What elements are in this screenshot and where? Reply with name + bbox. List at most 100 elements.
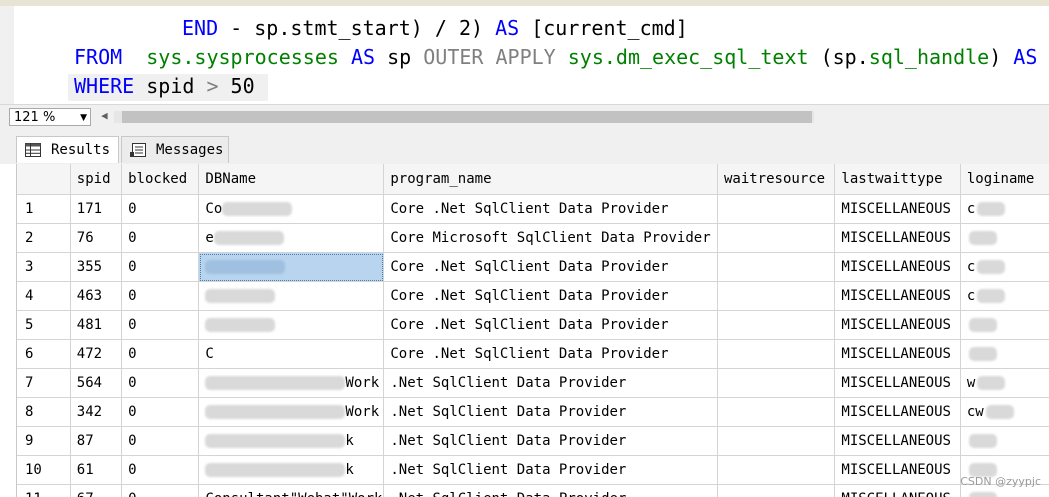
- cell-waitresource[interactable]: [717, 194, 836, 224]
- cell-dbname[interactable]: k: [198, 426, 385, 456]
- table-row[interactable]: 1 171 0 Co Core .Net SqlClient Data Provider…: [17, 194, 1049, 224]
- cell-loginame[interactable]: [960, 426, 1049, 456]
- zoom-select[interactable]: 121 % ▼: [9, 108, 91, 126]
- cell-dbname[interactable]: [198, 310, 385, 340]
- cell-lastwaittype[interactable]: MISCELLANEOUS: [834, 368, 961, 398]
- table-row[interactable]: 5 481 0 Core .Net SqlClient Data Provider MI…: [17, 310, 1049, 340]
- row-number-cell[interactable]: 1: [17, 194, 71, 224]
- table-row[interactable]: 8 342 0 Work .Net SqlClient Data Provider MIS…: [17, 397, 1049, 427]
- cell-dbname[interactable]: e: [198, 223, 385, 253]
- cell-lastwaittype[interactable]: MISCELLANEOUS: [834, 426, 961, 456]
- cell-lastwaittype[interactable]: MISCELLANEOUS: [834, 281, 961, 311]
- scroll-left-icon[interactable]: ◀: [101, 109, 108, 122]
- cell-spid[interactable]: 87: [70, 426, 123, 456]
- table-row[interactable]: 4 463 0 Core .Net SqlClient Data Provider MI…: [17, 281, 1049, 311]
- scrollbar-thumb[interactable]: [122, 111, 812, 123]
- cell-dbname[interactable]: Work: [198, 397, 385, 427]
- row-number-cell[interactable]: 3: [17, 252, 71, 282]
- cell-blocked[interactable]: 0: [121, 426, 200, 456]
- table-row[interactable]: 10 61 0 k .Net SqlClient Data Provider MISCEL…: [17, 455, 1049, 485]
- cell-program-name[interactable]: .Net SqlClient Data Provider: [383, 484, 718, 497]
- cell-waitresource[interactable]: [717, 484, 836, 497]
- cell-waitresource[interactable]: [717, 252, 836, 282]
- results-grid[interactable]: spid blocked DBName program_name waitres…: [16, 164, 1049, 497]
- cell-spid[interactable]: 61: [70, 455, 123, 485]
- column-header-waitresource[interactable]: waitresource: [717, 164, 836, 195]
- row-number-header[interactable]: [17, 164, 71, 195]
- cell-program-name[interactable]: Core .Net SqlClient Data Provider: [383, 252, 718, 282]
- row-number-cell[interactable]: 9: [17, 426, 71, 456]
- cell-program-name[interactable]: .Net SqlClient Data Provider: [383, 368, 718, 398]
- cell-program-name[interactable]: Core .Net SqlClient Data Provider: [383, 339, 718, 369]
- cell-spid[interactable]: 171: [70, 194, 123, 224]
- column-header-blocked[interactable]: blocked: [121, 164, 200, 195]
- cell-loginame[interactable]: [960, 339, 1049, 369]
- cell-lastwaittype[interactable]: MISCELLANEOUS: [834, 194, 961, 224]
- cell-blocked[interactable]: 0: [121, 368, 200, 398]
- cell-spid[interactable]: 76: [70, 223, 123, 253]
- cell-waitresource[interactable]: [717, 310, 836, 340]
- cell-blocked[interactable]: 0: [121, 194, 200, 224]
- table-row[interactable]: 9 87 0 k .Net SqlClient Data Provider MISCELL…: [17, 426, 1049, 456]
- cell-loginame[interactable]: [960, 223, 1049, 253]
- tab-messages[interactable]: Messages: [121, 136, 229, 163]
- cell-waitresource[interactable]: [717, 223, 836, 253]
- tab-results[interactable]: Results: [16, 136, 119, 163]
- cell-waitresource[interactable]: [717, 281, 836, 311]
- cell-blocked[interactable]: 0: [121, 223, 200, 253]
- cell-spid[interactable]: 342: [70, 397, 123, 427]
- cell-spid[interactable]: 355: [70, 252, 123, 282]
- row-number-cell[interactable]: 2: [17, 223, 71, 253]
- cell-waitresource[interactable]: [717, 397, 836, 427]
- cell-dbname[interactable]: [198, 281, 385, 311]
- row-number-cell[interactable]: 7: [17, 368, 71, 398]
- cell-dbname[interactable]: [198, 252, 385, 282]
- row-number-cell[interactable]: 6: [17, 339, 71, 369]
- row-number-cell[interactable]: 4: [17, 281, 71, 311]
- cell-lastwaittype[interactable]: MISCELLANEOUS: [834, 223, 961, 253]
- cell-waitresource[interactable]: [717, 339, 836, 369]
- cell-program-name[interactable]: Core .Net SqlClient Data Provider: [383, 194, 718, 224]
- code-line-3[interactable]: WHERE spid > 50: [74, 74, 255, 98]
- cell-waitresource[interactable]: [717, 426, 836, 456]
- cell-spid[interactable]: 564: [70, 368, 123, 398]
- column-header-spid[interactable]: spid: [70, 164, 123, 195]
- cell-loginame[interactable]: [960, 310, 1049, 340]
- cell-lastwaittype[interactable]: MISCELLANEOUS: [834, 339, 961, 369]
- cell-program-name[interactable]: .Net SqlClient Data Provider: [383, 426, 718, 456]
- table-row[interactable]: 2 76 0 e Core Microsoft SqlClient Data Provi…: [17, 223, 1049, 253]
- cell-spid[interactable]: 463: [70, 281, 123, 311]
- cell-spid[interactable]: 481: [70, 310, 123, 340]
- cell-blocked[interactable]: 0: [121, 252, 200, 282]
- cell-blocked[interactable]: 0: [121, 455, 200, 485]
- cell-program-name[interactable]: Core Microsoft SqlClient Data Provider: [383, 223, 718, 253]
- row-number-cell[interactable]: 10: [17, 455, 71, 485]
- cell-lastwaittype[interactable]: MISCELLANEOUS: [834, 252, 961, 282]
- cell-loginame[interactable]: c: [960, 281, 1049, 311]
- code-line-2[interactable]: FROM sys.sysprocesses AS sp OUTER APPLY …: [74, 45, 1049, 69]
- cell-program-name[interactable]: Core .Net SqlClient Data Provider: [383, 310, 718, 340]
- column-header-dbname[interactable]: DBName: [198, 164, 385, 195]
- cell-dbname[interactable]: Work: [198, 368, 385, 398]
- cell-program-name[interactable]: .Net SqlClient Data Provider: [383, 455, 718, 485]
- cell-loginame[interactable]: c: [960, 194, 1049, 224]
- cell-blocked[interactable]: 0: [121, 397, 200, 427]
- cell-lastwaittype[interactable]: MISCELLANEOUS: [834, 455, 961, 485]
- cell-blocked[interactable]: 0: [121, 281, 200, 311]
- cell-dbname[interactable]: k: [198, 455, 385, 485]
- cell-loginame[interactable]: cw: [960, 397, 1049, 427]
- cell-blocked[interactable]: 0: [121, 339, 200, 369]
- table-row[interactable]: 7 564 0 Work .Net SqlClient Data Provider MIS…: [17, 368, 1049, 398]
- cell-dbname[interactable]: Co: [198, 194, 385, 224]
- table-row[interactable]: 6 472 0 C Core .Net SqlClient Data Provider M…: [17, 339, 1049, 369]
- table-row[interactable]: 11 67 0 Consultant"Webat"Work .Net SqlClient…: [17, 484, 1049, 497]
- row-number-cell[interactable]: 11: [17, 484, 71, 497]
- row-number-cell[interactable]: 8: [17, 397, 71, 427]
- cell-loginame[interactable]: w: [960, 368, 1049, 398]
- cell-dbname[interactable]: Consultant"Webat"Work: [198, 484, 385, 497]
- cell-lastwaittype[interactable]: MISCELLANEOUS: [834, 310, 961, 340]
- dropdown-arrow-icon[interactable]: ▼: [80, 109, 87, 127]
- cell-waitresource[interactable]: [717, 368, 836, 398]
- table-row[interactable]: 3 355 0 Core .Net SqlClient Data Provider MI…: [17, 252, 1049, 282]
- column-header-loginame[interactable]: loginame: [960, 164, 1049, 195]
